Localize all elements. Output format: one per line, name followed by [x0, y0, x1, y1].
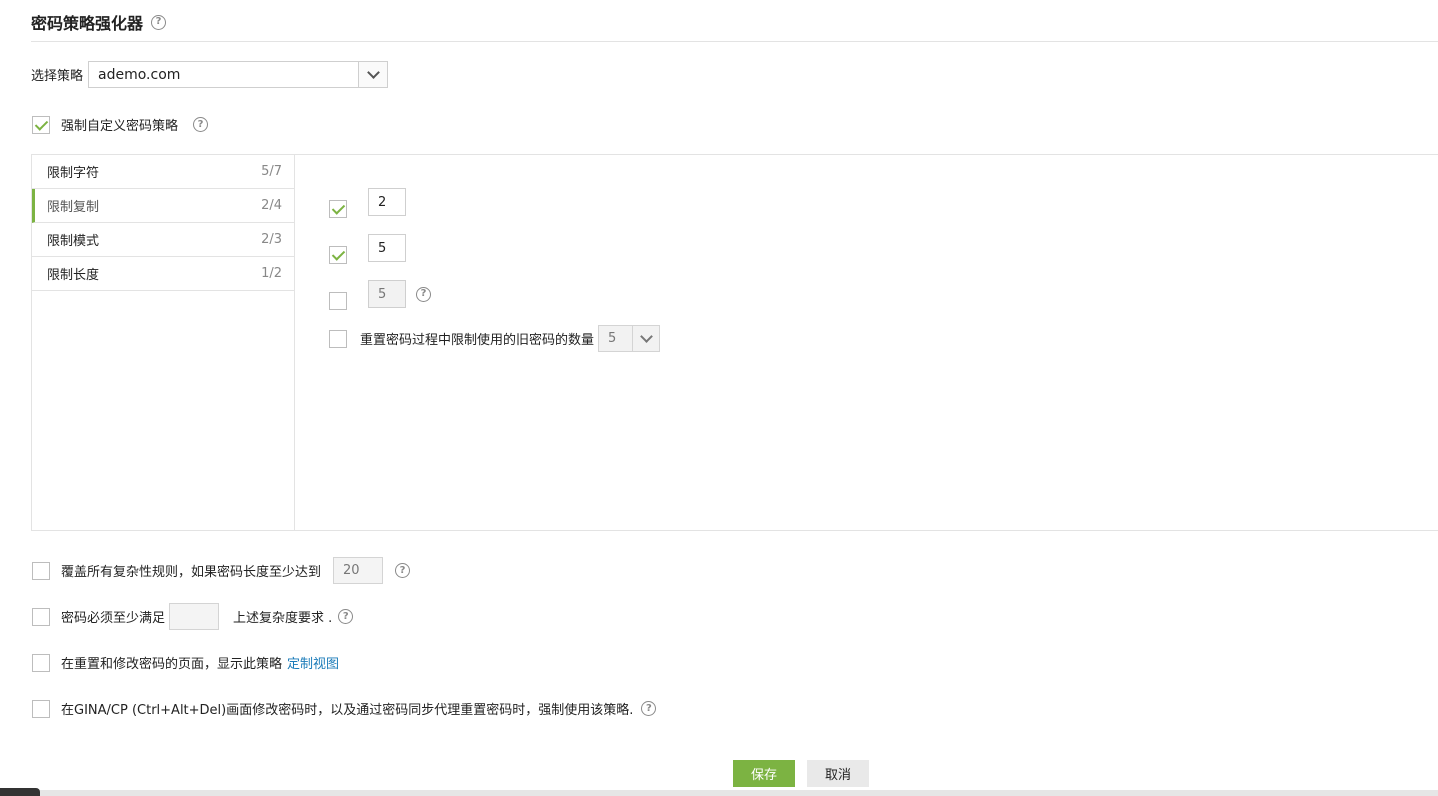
- chevron-down-icon[interactable]: [358, 62, 388, 87]
- sidebar-item-count: 2/3: [261, 232, 282, 247]
- must-meet-label-before: 密码必须至少满足: [61, 611, 166, 626]
- gina-enforce-label: 在GINA/CP (Ctrl+Alt+Del)画面修改密码时，以及通过密码同步代…: [61, 703, 634, 718]
- password-history-label: 重置密码过程中限制使用的旧密码的数量: [360, 333, 595, 348]
- help-icon[interactable]: ?: [193, 117, 209, 132]
- rule-option-value-input[interactable]: 5: [368, 280, 406, 308]
- sidebar-item-count: 2/4: [261, 198, 282, 213]
- rule-option-2: 5: [329, 232, 406, 264]
- gina-enforce-checkbox[interactable]: [32, 699, 50, 718]
- save-button[interactable]: 保存: [733, 760, 795, 787]
- rule-option-checkbox[interactable]: [329, 200, 347, 218]
- enforce-custom-policy-checkbox[interactable]: [32, 115, 50, 134]
- help-icon[interactable]: ?: [338, 609, 354, 624]
- enforce-custom-policy-label: 强制自定义密码策略: [61, 119, 179, 134]
- chevron-down-icon[interactable]: [632, 326, 659, 351]
- help-icon[interactable]: ?: [151, 14, 167, 30]
- help-icon[interactable]: ?: [395, 563, 411, 578]
- sidebar-item-restrict-length[interactable]: 限制长度 1/2: [32, 257, 294, 291]
- override-complexity-checkbox[interactable]: [32, 561, 50, 580]
- show-policy-label: 在重置和修改密码的页面，显示此策略: [61, 657, 283, 672]
- rule-option-value-input[interactable]: 5: [368, 234, 406, 262]
- override-length-input[interactable]: 20: [333, 557, 384, 584]
- must-meet-label-after: 上述复杂度要求 .: [233, 611, 333, 626]
- sidebar-item-label: 限制模式: [47, 234, 100, 249]
- page-title-text: 密码策略强化器: [31, 14, 144, 33]
- policy-label: 选择策略: [31, 69, 84, 84]
- show-policy-checkbox[interactable]: [32, 653, 50, 672]
- page-title: 密码策略强化器 ?: [31, 10, 167, 34]
- override-complexity-label: 覆盖所有复杂性规则，如果密码长度至少达到: [61, 565, 322, 580]
- sidebar-item-count: 5/7: [261, 164, 282, 179]
- sidebar-item-count: 1/2: [261, 266, 282, 281]
- gina-enforce-row: 在GINA/CP (Ctrl+Alt+Del)画面修改密码时，以及通过密码同步代…: [32, 699, 657, 718]
- password-policy-page: 密码策略强化器 ? 选择策略 ademo.com 强制自定义密码策略 ? 限制字…: [0, 0, 1438, 796]
- must-meet-count-input[interactable]: [169, 603, 220, 630]
- divider: [31, 41, 1438, 42]
- help-icon[interactable]: ?: [641, 701, 657, 716]
- policy-select[interactable]: ademo.com: [88, 61, 389, 88]
- show-policy-row: 在重置和修改密码的页面，显示此策略 定制视图: [32, 653, 339, 672]
- rule-option-value-input[interactable]: 2: [368, 188, 406, 216]
- must-meet-row: 密码必须至少满足 上述复杂度要求 . ?: [32, 603, 354, 630]
- policy-select-value: ademo.com: [98, 66, 181, 83]
- sidebar-item-label: 限制长度: [47, 268, 100, 283]
- sidebar-item-label: 限制复制: [47, 200, 100, 215]
- rule-option-checkbox[interactable]: [329, 292, 347, 310]
- must-meet-checkbox[interactable]: [32, 607, 50, 626]
- password-history-select[interactable]: 5: [598, 325, 661, 352]
- password-history-value: 5: [608, 331, 617, 346]
- password-history-checkbox[interactable]: [329, 329, 347, 348]
- override-complexity-row: 覆盖所有复杂性规则，如果密码长度至少达到 20 ?: [32, 557, 411, 584]
- bottom-corner-tab: [0, 788, 40, 796]
- policy-selector-row: 选择策略 ademo.com: [31, 61, 389, 88]
- customize-view-link[interactable]: 定制视图: [287, 653, 339, 672]
- help-icon[interactable]: ?: [416, 286, 431, 302]
- password-history-row: 重置密码过程中限制使用的旧密码的数量 5: [329, 325, 661, 352]
- sidebar-item-restrict-patterns[interactable]: 限制模式 2/3: [32, 223, 294, 257]
- sidebar-item-restrict-characters[interactable]: 限制字符 5/7: [32, 155, 294, 189]
- rule-option-3: 5 ?: [329, 278, 431, 310]
- cancel-button[interactable]: 取消: [807, 760, 869, 787]
- rules-sidebar: 限制字符 5/7 限制复制 2/4 限制模式 2/3 限制长度 1/2: [32, 155, 295, 530]
- rules-panel: 限制字符 5/7 限制复制 2/4 限制模式 2/3 限制长度 1/2 2 5: [31, 154, 1438, 531]
- sidebar-item-label: 限制字符: [47, 166, 100, 181]
- rule-option-1: 2: [329, 186, 406, 218]
- sidebar-item-restrict-repetition[interactable]: 限制复制 2/4: [32, 189, 294, 223]
- rule-option-checkbox[interactable]: [329, 246, 347, 264]
- bottom-scrollbar[interactable]: [0, 790, 1438, 796]
- enforce-custom-policy-row: 强制自定义密码策略 ?: [32, 115, 209, 134]
